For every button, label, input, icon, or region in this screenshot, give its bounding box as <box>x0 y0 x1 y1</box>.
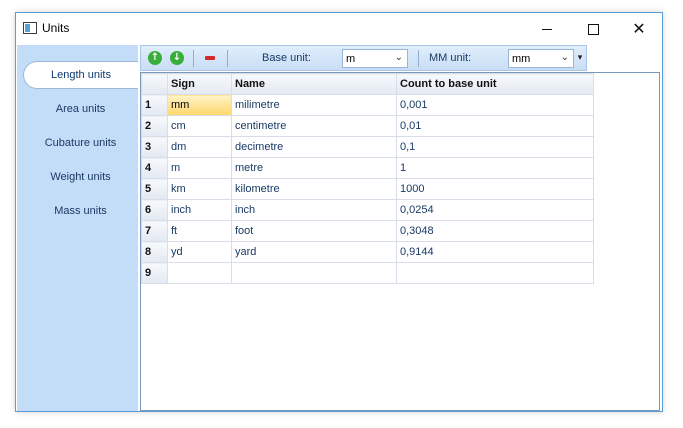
table-row[interactable]: 2 cm centimetre 0,01 <box>141 115 594 137</box>
move-down-button[interactable]: ↓ <box>169 50 185 66</box>
base-unit-select[interactable]: m ⌄ <box>342 49 408 68</box>
delete-button[interactable] <box>202 50 218 66</box>
chevron-down-icon: ⌄ <box>394 52 403 63</box>
row-number[interactable]: 2 <box>141 115 168 137</box>
sidebar-item-length-units[interactable]: Length units <box>23 61 138 89</box>
minimize-button[interactable] <box>524 13 570 45</box>
table-row[interactable]: 5 km kilometre 1000 <box>141 178 594 200</box>
maximize-icon <box>587 23 599 35</box>
delete-icon <box>205 56 215 60</box>
mm-unit-select[interactable]: mm ⌄ <box>508 49 574 68</box>
toolbar-separator <box>227 50 228 67</box>
row-number[interactable]: 6 <box>141 199 168 221</box>
units-window: Units ✕ Length units Area units Cubature… <box>15 12 663 412</box>
cell-sign[interactable]: cm <box>167 115 232 137</box>
sidebar-item-area-units[interactable]: Area units <box>23 95 138 123</box>
overflow-icon: ▾ <box>577 53 583 63</box>
title-bar[interactable]: Units ✕ <box>16 13 662 45</box>
row-number[interactable]: 3 <box>141 136 168 158</box>
base-unit-value: m <box>346 53 356 65</box>
cell-sign[interactable]: dm <box>167 136 232 158</box>
sidebar-item-label: Mass units <box>54 205 107 217</box>
table-header-row: Sign Name Count to base unit <box>141 73 594 95</box>
cell-name[interactable]: milimetre <box>231 94 397 116</box>
table-row[interactable]: 8 yd yard 0,9144 <box>141 241 594 263</box>
cell-count[interactable]: 0,0254 <box>396 199 594 221</box>
cell-name[interactable]: decimetre <box>231 136 397 158</box>
cell-name[interactable]: yard <box>231 241 397 263</box>
cell-count[interactable]: 0,1 <box>396 136 594 158</box>
mm-unit-value: mm <box>512 53 531 65</box>
sidebar-item-label: Area units <box>55 103 106 115</box>
sidebar-item-mass-units[interactable]: Mass units <box>23 197 138 225</box>
cell-sign[interactable]: m <box>167 157 232 179</box>
cell-count[interactable] <box>396 262 594 284</box>
window-title: Units <box>42 21 70 35</box>
toolbar-overflow-button[interactable]: ▾ <box>574 46 586 70</box>
row-number[interactable]: 1 <box>141 94 168 116</box>
move-down-icon: ↓ <box>170 51 184 65</box>
minimize-icon <box>542 28 552 30</box>
table-row[interactable]: 4 m metre 1 <box>141 157 594 179</box>
cell-count[interactable]: 0,01 <box>396 115 594 137</box>
table-row[interactable]: 6 inch inch 0,0254 <box>141 199 594 221</box>
cell-name[interactable] <box>231 262 397 284</box>
cell-name[interactable]: foot <box>231 220 397 242</box>
cell-sign[interactable]: yd <box>167 241 232 263</box>
close-icon: ✕ <box>632 19 646 38</box>
cell-sign[interactable]: inch <box>167 199 232 221</box>
cell-name[interactable]: centimetre <box>231 115 397 137</box>
cell-name[interactable]: kilometre <box>231 178 397 200</box>
move-up-icon: ↑ <box>148 51 162 65</box>
sidebar-item-cubature-units[interactable]: Cubature units <box>23 129 138 157</box>
content-area: ↑ ↓ Base unit: m ⌄ MM unit: mm ⌄ ▾ Sign … <box>138 45 662 411</box>
column-header-count[interactable]: Count to base unit <box>396 73 594 95</box>
toolbar-separator <box>418 50 419 67</box>
row-number[interactable]: 8 <box>141 241 168 263</box>
cell-sign[interactable]: mm <box>167 94 232 116</box>
cell-count[interactable]: 1 <box>396 157 594 179</box>
table-row[interactable]: 7 ft foot 0,3048 <box>141 220 594 242</box>
column-header-name[interactable]: Name <box>231 73 397 95</box>
cell-sign[interactable]: km <box>167 178 232 200</box>
toolbar: ↑ ↓ Base unit: m ⌄ MM unit: mm ⌄ ▾ <box>140 45 587 71</box>
toolbar-separator <box>193 50 194 67</box>
base-unit-label: Base unit: <box>262 52 311 64</box>
cell-count[interactable]: 0,9144 <box>396 241 594 263</box>
cell-name[interactable]: metre <box>231 157 397 179</box>
table-row-new[interactable]: 9 <box>141 262 594 284</box>
table-row[interactable]: 3 dm decimetre 0,1 <box>141 136 594 158</box>
row-number[interactable]: 7 <box>141 220 168 242</box>
cell-sign[interactable]: ft <box>167 220 232 242</box>
cell-count[interactable]: 0,3048 <box>396 220 594 242</box>
sidebar-item-label: Weight units <box>50 171 111 183</box>
chevron-down-icon: ⌄ <box>560 52 569 63</box>
table-row[interactable]: 1 mm milimetre 0,001 <box>141 94 594 116</box>
cell-count[interactable]: 0,001 <box>396 94 594 116</box>
mm-unit-label: MM unit: <box>429 52 472 64</box>
column-header-sign[interactable]: Sign <box>167 73 232 95</box>
row-number-header[interactable] <box>141 73 168 95</box>
sidebar-item-weight-units[interactable]: Weight units <box>23 163 138 191</box>
units-table: Sign Name Count to base unit 1 mm milime… <box>141 73 594 284</box>
row-number[interactable]: 5 <box>141 178 168 200</box>
row-number[interactable]: 4 <box>141 157 168 179</box>
cell-name[interactable]: inch <box>231 199 397 221</box>
sidebar-item-label: Length units <box>51 69 111 81</box>
close-button[interactable]: ✕ <box>616 13 662 45</box>
sidebar: Length units Area units Cubature units W… <box>17 45 138 411</box>
units-grid: Sign Name Count to base unit 1 mm milime… <box>140 72 660 411</box>
app-window-icon <box>23 22 37 34</box>
cell-count[interactable]: 1000 <box>396 178 594 200</box>
maximize-button[interactable] <box>570 13 616 45</box>
row-number[interactable]: 9 <box>141 262 168 284</box>
sidebar-item-label: Cubature units <box>44 137 117 149</box>
move-up-button[interactable]: ↑ <box>147 50 163 66</box>
cell-sign[interactable] <box>167 262 232 284</box>
